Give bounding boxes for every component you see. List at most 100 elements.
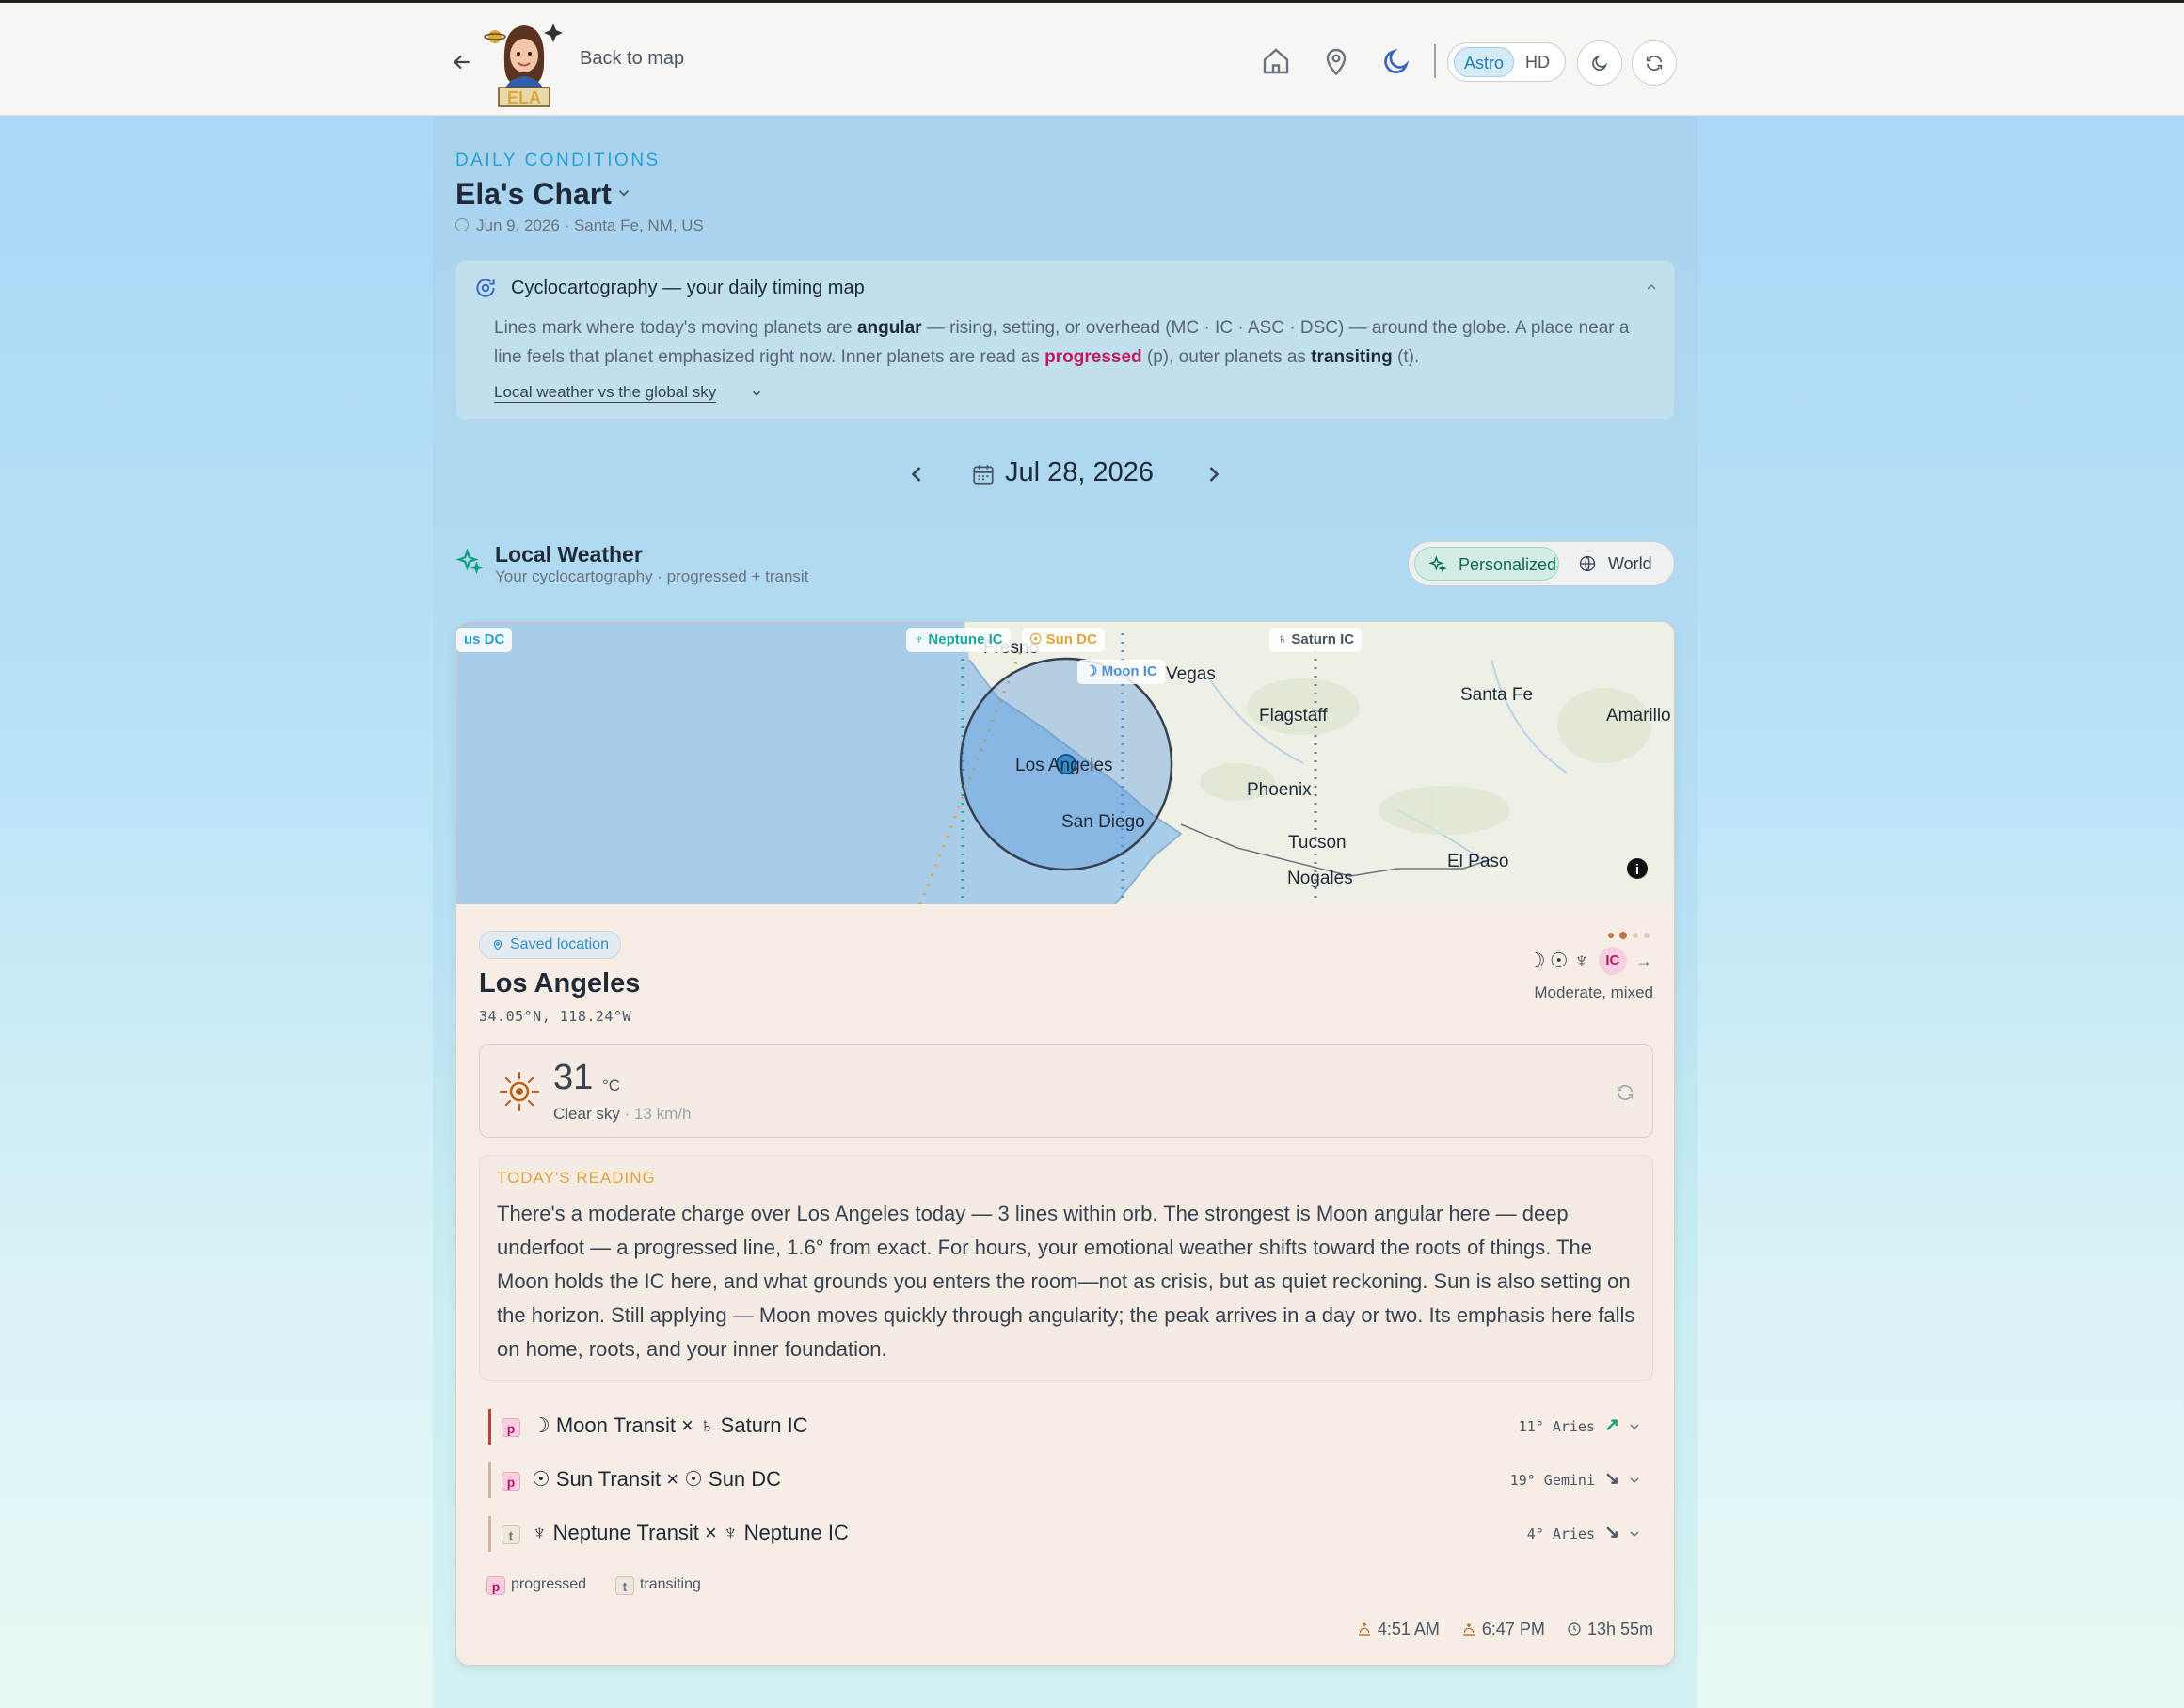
- personalized-option[interactable]: Personalized: [1414, 547, 1559, 581]
- city-amarillo: Amarillo: [1606, 706, 1671, 726]
- top-bar: ELA Back to map Astro HD: [0, 3, 2184, 116]
- chevron-down-icon[interactable]: [615, 184, 632, 201]
- world-option[interactable]: World: [1565, 547, 1668, 581]
- aspect-degree: 4° Aries: [1526, 1525, 1595, 1542]
- refresh-icon[interactable]: [1615, 1082, 1635, 1103]
- theme-toggle-button[interactable]: [1577, 40, 1622, 86]
- ela-logo[interactable]: ELA: [482, 16, 566, 110]
- map-tag-moon-ic[interactable]: ☽ Moon IC: [1077, 660, 1165, 684]
- ic-angle-badge: IC: [1598, 947, 1627, 975]
- city-los-angeles: Los Angeles: [1015, 756, 1113, 775]
- location-city: Los Angeles: [479, 968, 641, 998]
- cyclocartography-info-card: Cyclocartography — your daily timing map…: [455, 260, 1675, 420]
- mode-astro-option[interactable]: Astro: [1454, 47, 1514, 77]
- daylight-duration: 13h 55m: [1567, 1620, 1653, 1638]
- location-mood: Moderate, mixed: [1534, 983, 1653, 1001]
- aspect-degree: 11° Aries: [1518, 1418, 1595, 1435]
- carousel-dot[interactable]: [1633, 933, 1638, 938]
- date-navigator: Jul 28, 2026: [903, 457, 1223, 495]
- reading-tag: TODAY'S READING: [497, 1169, 656, 1187]
- globe-icon: [1579, 555, 1596, 572]
- chevron-down-icon[interactable]: [1627, 1473, 1642, 1488]
- home-icon[interactable]: [1259, 44, 1293, 78]
- page-subtitle: Jun 9, 2026 · Santa Fe, NM, US: [455, 216, 704, 235]
- city-phoenix: Phoenix: [1247, 780, 1312, 800]
- legend-progressed: progressed: [511, 1576, 587, 1592]
- map-tag-sun-dc[interactable]: ☉ Sun DC: [1022, 628, 1105, 652]
- moon-glyph: ☽: [1526, 949, 1546, 972]
- calendar-icon[interactable]: [971, 462, 996, 487]
- view-toggle: Personalized World: [1408, 541, 1675, 586]
- legend-p-badge: p: [486, 1576, 505, 1595]
- chevron-down-icon[interactable]: [1627, 1419, 1642, 1434]
- map-tag-saturn-ic[interactable]: ♄ Saturn IC: [1269, 628, 1363, 652]
- chevron-up-icon[interactable]: [1644, 279, 1659, 295]
- info-body: Lines mark where today's moving planets …: [494, 318, 1630, 367]
- back-arrow-icon[interactable]: [450, 50, 474, 74]
- neptune-glyph: ♆: [1573, 949, 1590, 972]
- sparkle-icon: [1428, 555, 1447, 573]
- aspect-row[interactable]: p ☉ Sun Transit × ☉ Sun DC 19° Gemini ↘: [488, 1462, 1648, 1498]
- chevron-down-icon[interactable]: [1627, 1526, 1642, 1541]
- sun-times: 4:51 AM 6:47 PM 13h 55m: [1340, 1620, 1653, 1639]
- aspect-degree: 19° Gemini: [1509, 1472, 1595, 1489]
- trend-down-icon: ↘: [1604, 1523, 1619, 1542]
- progressed-badge: p: [502, 1472, 520, 1491]
- weather-box: 31 °C Clear sky · 13 km/h: [479, 1044, 1653, 1138]
- aspect-bar: [488, 1462, 491, 1498]
- aspect-row[interactable]: t ♆ Neptune Transit × ♆ Neptune IC 4° Ar…: [488, 1516, 1648, 1552]
- chevron-down-icon[interactable]: [750, 387, 763, 400]
- location-coords: 34.05°N, 118.24°W: [479, 1008, 632, 1025]
- carousel-dots[interactable]: [1606, 931, 1653, 940]
- cyclocartography-map[interactable]: Fresno Vegas Santa Fe Amarillo Flagstaff…: [456, 622, 1674, 905]
- reading-text: There's a moderate charge over Los Angel…: [497, 1202, 1635, 1361]
- moon-icon[interactable]: [1379, 44, 1413, 78]
- carousel-dot[interactable]: [1608, 933, 1614, 938]
- legend-transiting: transiting: [639, 1576, 701, 1592]
- map-tag-dc[interactable]: us DC: [456, 628, 513, 652]
- sunset-icon: [1462, 1623, 1475, 1636]
- aspect-label: ♆ Neptune Transit × ♆ Neptune IC: [532, 1521, 849, 1544]
- aspect-bar: [488, 1516, 491, 1552]
- local-weather-vs-sky-link[interactable]: Local weather vs the global sky: [494, 383, 717, 403]
- city-san-diego: San Diego: [1061, 812, 1145, 832]
- carousel-dot[interactable]: [1644, 933, 1650, 938]
- trend-up-icon: ↗: [1604, 1415, 1619, 1435]
- city-santa-fe: Santa Fe: [1460, 685, 1533, 705]
- todays-reading: TODAY'S READING There's a moderate charg…: [479, 1155, 1653, 1381]
- sunset-time: 6:47 PM: [1461, 1620, 1550, 1638]
- local-weather-subtitle: Your cyclocartography · progressed + tra…: [495, 567, 809, 585]
- map-pin-icon[interactable]: [1319, 44, 1353, 78]
- city-vegas: Vegas: [1166, 664, 1216, 684]
- page-title[interactable]: Ela's Chart: [455, 177, 612, 212]
- legend-t-badge: t: [614, 1576, 634, 1595]
- arrow-right-icon: →: [1635, 950, 1652, 970]
- sunrise-icon: [1358, 1622, 1370, 1636]
- sun-glyph: ☉: [1549, 949, 1569, 972]
- temperature-unit: °C: [602, 1077, 621, 1094]
- weather-condition: Clear sky · 13 km/h: [553, 1105, 692, 1123]
- aspect-bar: [488, 1409, 491, 1445]
- svg-text:i: i: [1635, 862, 1639, 878]
- mode-switch: Astro HD: [1447, 42, 1566, 82]
- info-title[interactable]: Cyclocartography — your daily timing map: [511, 278, 865, 299]
- planet-glyphs: ☽ ☉ ♆ IC →: [1525, 947, 1655, 979]
- refresh-icon: [1646, 56, 1663, 71]
- location-card: Fresno Vegas Santa Fe Amarillo Flagstaff…: [455, 621, 1675, 1666]
- saved-location-badge: Saved location: [479, 931, 621, 959]
- sun-icon: [497, 1069, 542, 1114]
- progressed-badge: p: [502, 1418, 520, 1437]
- logo-text: ELA: [507, 88, 541, 107]
- previous-day-button[interactable]: [903, 461, 930, 487]
- map-tag-neptune-ic[interactable]: ♆ Neptune IC: [906, 628, 1011, 652]
- back-to-map-link[interactable]: Back to map: [580, 48, 684, 70]
- next-day-button[interactable]: [1201, 461, 1227, 487]
- carousel-dot-active[interactable]: [1619, 932, 1627, 939]
- badge-legend: p progressed t transiting: [486, 1576, 701, 1595]
- aspect-row[interactable]: p ☽ Moon Transit × ♄ Saturn IC 11° Aries…: [488, 1409, 1648, 1445]
- clock-icon: [1568, 1622, 1581, 1636]
- current-date[interactable]: Jul 28, 2026: [1005, 457, 1154, 488]
- aspect-label: ☉ Sun Transit × ☉ Sun DC: [532, 1467, 782, 1491]
- mode-hd-option[interactable]: HD: [1514, 47, 1561, 77]
- refresh-button[interactable]: [1632, 40, 1677, 86]
